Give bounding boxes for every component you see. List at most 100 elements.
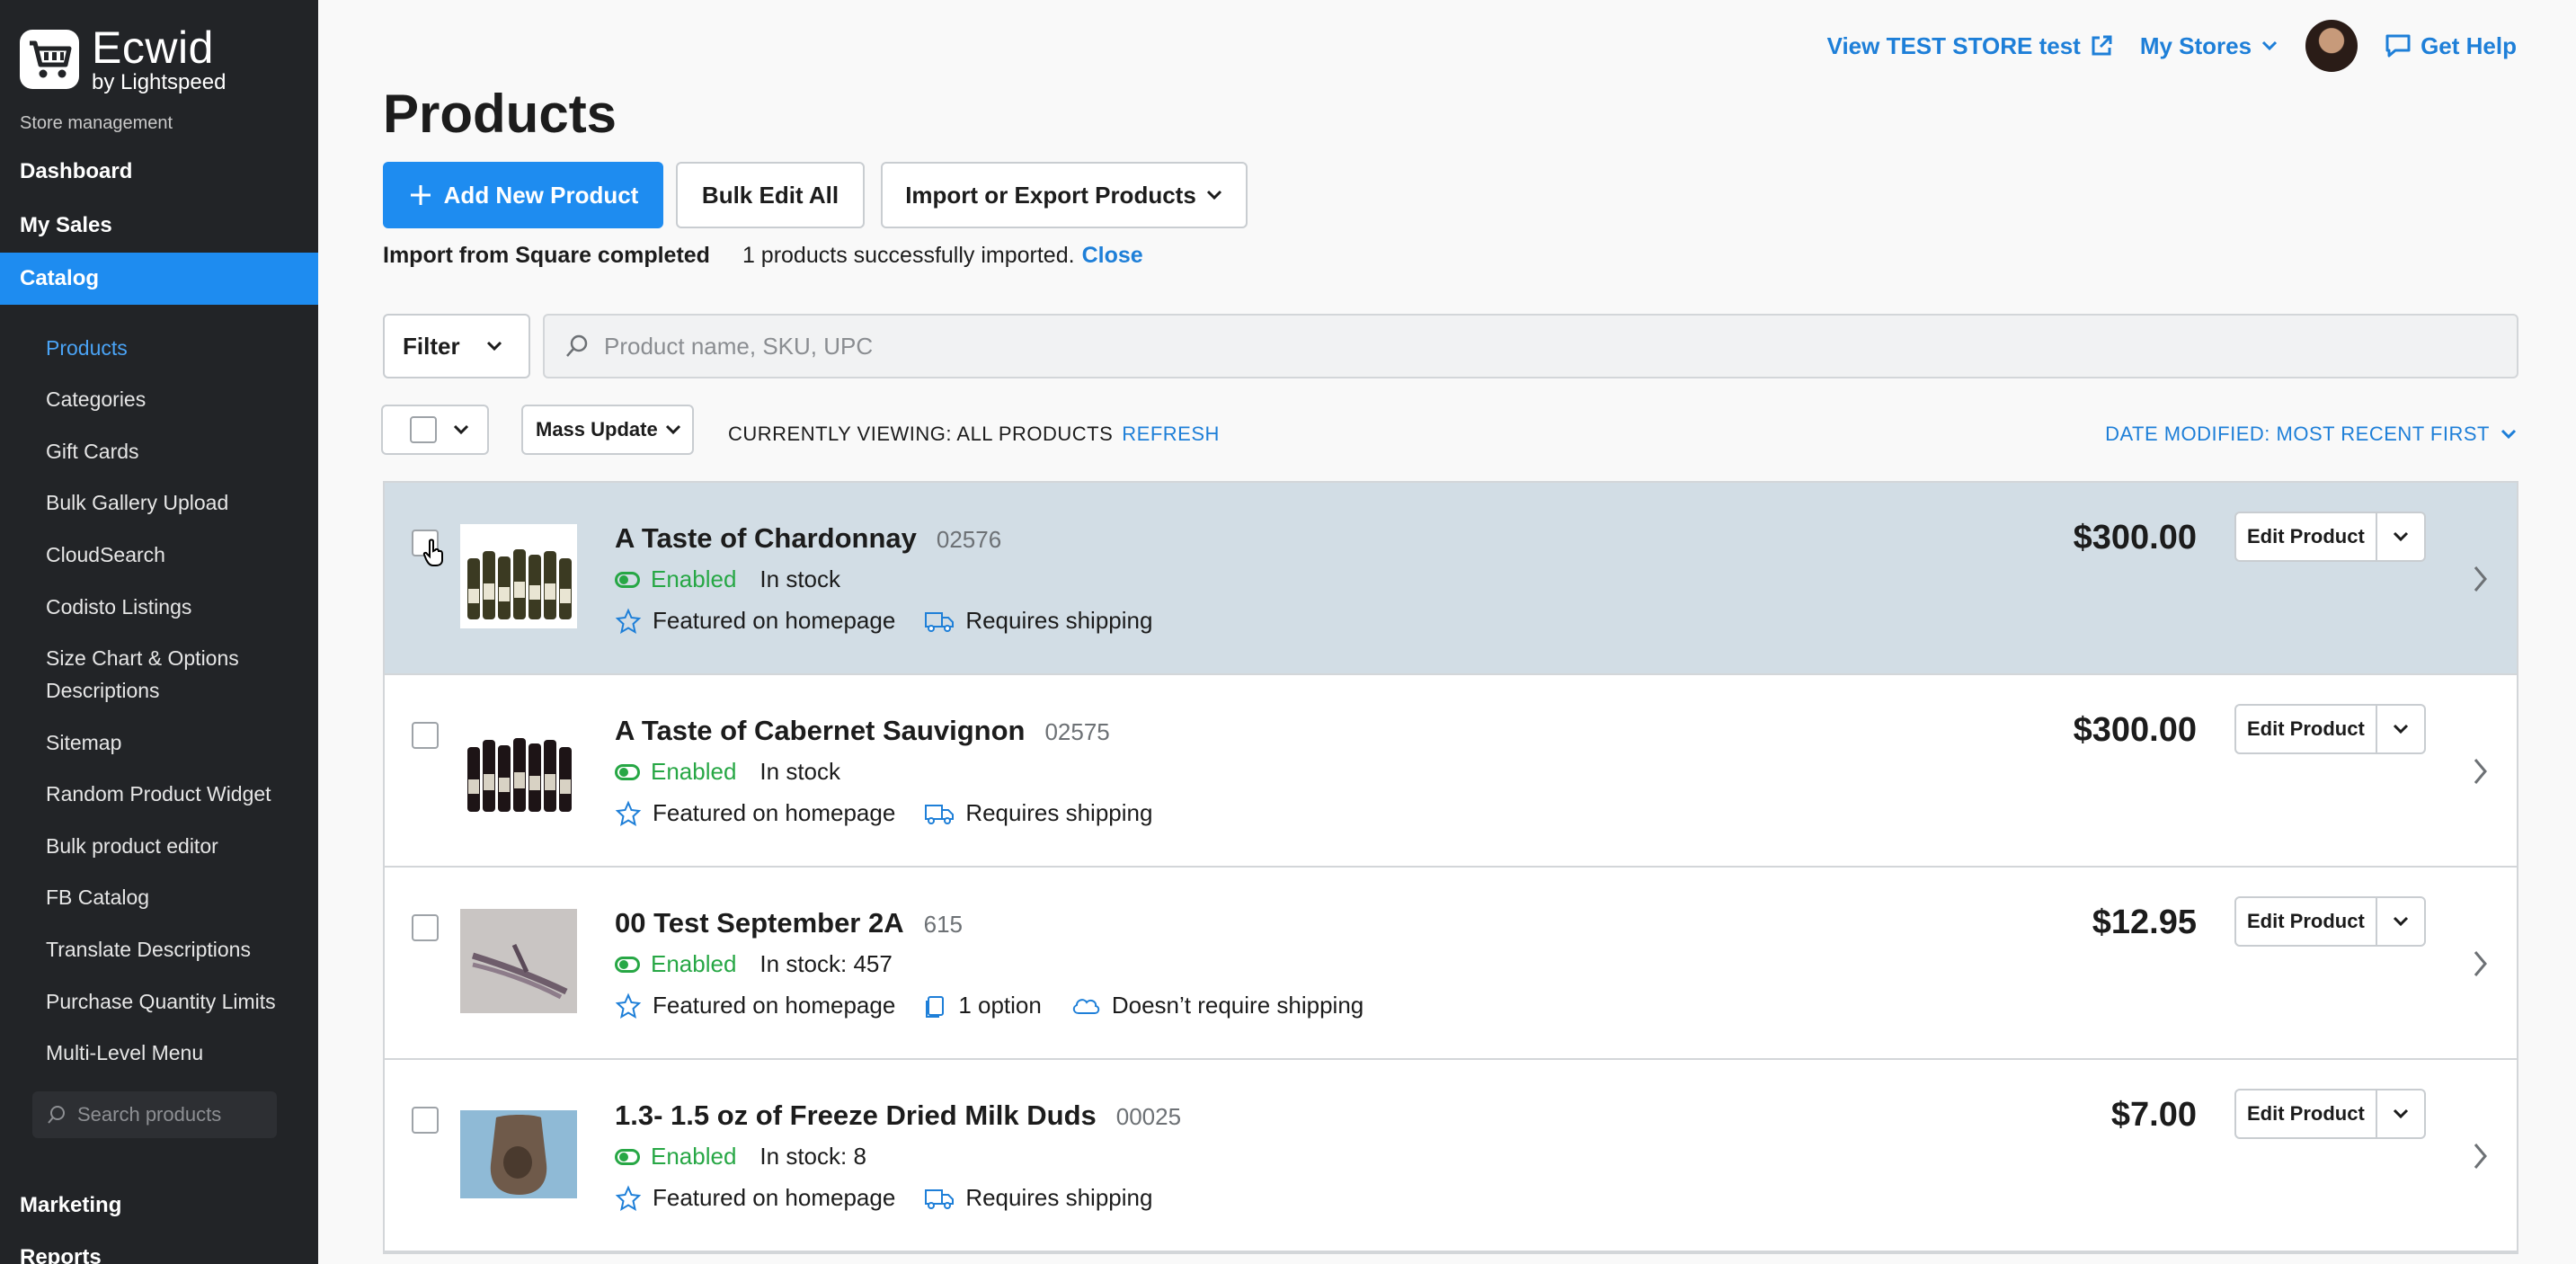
product-name[interactable]: A Taste of Chardonnay 02576 [615,522,1001,555]
product-checkbox[interactable] [412,914,439,941]
product-status: Enabled In stock: 457 [615,950,893,978]
ecwid-logo[interactable]: Ecwid by Lightspeed [20,25,226,93]
product-sku: 02576 [936,526,1002,553]
sidebar-item-gift-cards[interactable]: Gift Cards [46,435,139,467]
sidebar-item-bulk-gallery-upload[interactable]: Bulk Gallery Upload [46,486,228,519]
chevron-down-icon [2393,916,2408,927]
product-status: Enabled In stock: 8 [615,1143,866,1171]
import-close-link[interactable]: Close [1082,243,1143,269]
cart-icon [20,30,79,89]
sidebar-item-marketing[interactable]: Marketing [0,1179,318,1232]
sidebar-item-translate-descriptions[interactable]: Translate Descriptions [46,933,251,966]
product-row[interactable]: A Taste of Chardonnay 02576 Enabled In st… [385,483,2517,675]
chat-icon [2385,34,2411,58]
chevron-down-icon [665,424,680,435]
bulk-edit-all-button[interactable]: Bulk Edit All [676,162,865,228]
get-help-label: Get Help [2421,31,2517,59]
product-row[interactable]: A Taste of Cabernet Sauvignon 02575 Enabl… [385,675,2517,868]
sidebar-item-bulk-product-editor[interactable]: Bulk product editor [46,830,218,862]
product-price: $300.00 [2073,711,2197,749]
product-name[interactable]: 1.3- 1.5 oz of Freeze Dried Milk Duds 000… [615,1099,1181,1132]
sidebar-item-reports[interactable]: Reports [0,1232,318,1264]
status-enabled: Enabled [651,1143,737,1170]
edit-product-dropdown[interactable] [2376,704,2426,754]
star-icon [615,608,642,634]
select-all-dropdown[interactable] [381,405,489,455]
chevron-right-icon[interactable] [2472,756,2490,787]
product-name[interactable]: 00 Test September 2A 615 [615,907,963,939]
sidebar-item-size-chart[interactable]: Size Chart & Options [46,642,239,674]
chevron-right-icon[interactable] [2472,948,2490,979]
product-features: Featured on homepage Requires shipping [615,1184,1181,1212]
edit-product-button[interactable]: Edit Product [2234,704,2377,754]
avatar-image [2305,20,2358,72]
refresh-link[interactable]: REFRESH [1122,423,1220,445]
product-search-input[interactable]: Product name, SKU, UPC [543,314,2518,378]
featured-label: Featured on homepage [653,992,896,1019]
product-checkbox[interactable] [412,1107,439,1134]
sidebar-item-purchase-quantity-limits[interactable]: Purchase Quantity Limits [46,985,276,1018]
sidebar-item-catalog[interactable]: Catalog [0,253,318,305]
product-thumbnail[interactable] [460,717,577,821]
shipping-label: Requires shipping [965,799,1153,826]
sidebar-item-multi-level-menu[interactable]: Multi-Level Menu [46,1037,203,1069]
product-search-placeholder: Product name, SKU, UPC [604,332,874,360]
chevron-down-icon [2393,1108,2408,1119]
product-checkbox[interactable] [412,722,439,749]
product-name[interactable]: A Taste of Cabernet Sauvignon 02575 [615,715,1110,747]
product-thumbnail[interactable] [460,1110,577,1198]
sidebar-item-random-product-widget[interactable]: Random Product Widget [46,778,271,810]
edit-product-button[interactable]: Edit Product [2234,896,2377,947]
sidebar-item-codisto-listings[interactable]: Codisto Listings [46,591,191,623]
brand-sub: by Lightspeed [92,70,227,94]
sidebar-item-size-chart-line2[interactable]: Descriptions [46,674,160,707]
sidebar-item-fb-catalog[interactable]: FB Catalog [46,881,149,913]
sidebar-item-dashboard[interactable]: Dashboard [0,146,318,198]
edit-product-button[interactable]: Edit Product [2234,512,2377,562]
chevron-down-icon [1206,190,1221,200]
truck-icon [925,1188,955,1209]
avatar[interactable] [2305,20,2358,72]
view-store-link[interactable]: View TEST STORE test [1827,32,2113,60]
product-row[interactable]: 1.3- 1.5 oz of Freeze Dried Milk Duds 000… [385,1060,2517,1252]
chevron-down-icon [2262,40,2278,51]
select-all-checkbox[interactable] [410,416,437,443]
product-row[interactable]: 00 Test September 2A 615 Enabled In stock… [385,868,2517,1060]
sidebar-item-cloudsearch[interactable]: CloudSearch [46,539,165,571]
edit-product-button[interactable]: Edit Product [2234,1089,2377,1139]
get-help-link[interactable]: Get Help [2385,32,2517,60]
edit-product-dropdown[interactable] [2376,1089,2426,1139]
status-enabled: Enabled [651,950,737,977]
edit-product-group: Edit Product [2234,704,2426,754]
product-thumbnail[interactable] [460,909,577,1013]
sidebar-item-my-sales[interactable]: My Sales [0,200,318,252]
import-export-button[interactable]: Import or Export Products [881,162,1248,228]
edit-product-dropdown[interactable] [2376,512,2426,562]
star-icon [615,1185,642,1211]
chevron-down-icon [2500,429,2517,440]
truck-icon [925,611,955,632]
chevron-right-icon[interactable] [2472,564,2490,594]
filter-label: Filter [403,332,460,360]
sidebar-search-input[interactable]: Search products [32,1091,277,1138]
enabled-toggle-icon [615,763,640,780]
my-stores-dropdown[interactable]: My Stores [2140,32,2278,60]
filter-button[interactable]: Filter [383,314,530,378]
chevron-right-icon[interactable] [2472,1141,2490,1171]
import-notice: Import from Square completed 1 products … [383,243,1143,269]
viewing-label: CURRENTLY VIEWING: ALL PRODUCTS [728,423,1114,445]
featured-label: Featured on homepage [653,799,896,826]
shipping-label: Doesn’t require shipping [1111,992,1364,1019]
product-thumbnail[interactable] [460,524,577,628]
sidebar-item-categories[interactable]: Categories [46,383,146,415]
cloud-icon [1072,998,1100,1014]
sort-dropdown[interactable]: DATE MODIFIED: MOST RECENT FIRST [2105,423,2517,446]
edit-product-dropdown[interactable] [2376,896,2426,947]
add-new-product-button[interactable]: Add New Product [383,162,663,228]
sidebar-item-sitemap[interactable]: Sitemap [46,726,121,759]
plus-icon [410,185,431,205]
external-link-icon [2092,35,2112,56]
mass-update-button[interactable]: Mass Update [521,405,694,455]
chevron-down-icon [453,424,469,435]
sidebar-item-products[interactable]: Products [46,332,128,364]
